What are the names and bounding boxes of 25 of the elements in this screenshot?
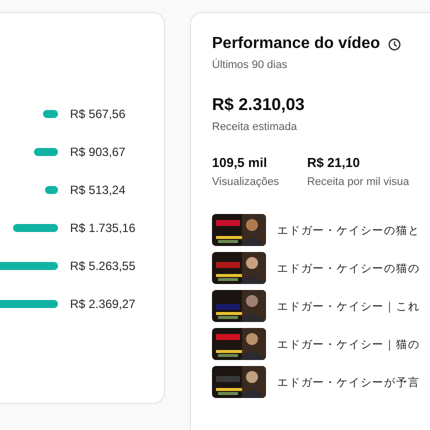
video-title[interactable]: エドガー・ケイシーの猫の <box>277 260 420 276</box>
clock-icon <box>388 38 402 50</box>
revenue-value: R$ 2.369,27 <box>70 297 136 311</box>
revenue-value: R$ 903,67 <box>70 145 126 159</box>
revenue-label: Receita estimada <box>212 121 298 133</box>
period-label: Últimos 90 dias <box>212 59 288 71</box>
revenue-value: R$ 5.263,55 <box>70 259 136 273</box>
revenue-value: R$ 1.735,16 <box>70 221 136 235</box>
video-title[interactable]: エドガー・ケイシー｜猫の <box>277 336 420 352</box>
video-title[interactable]: エドガー・ケイシーが予言 <box>277 374 420 390</box>
stat-label: Visualizações <box>212 176 280 188</box>
revenue-value: R$ 513,24 <box>70 183 126 197</box>
revenue-value: R$ 567,56 <box>70 107 126 121</box>
stat-value: 109,5 mil <box>212 155 268 170</box>
stat-label: Receita por mil visua <box>307 176 410 188</box>
stat-value: R$ 21,10 <box>307 155 361 170</box>
revenue-bar <box>34 148 58 156</box>
revenue-bar <box>0 300 58 308</box>
revenue-bar <box>45 186 58 194</box>
revenue-bar <box>13 224 58 232</box>
card-title: Performance do vídeo <box>212 35 380 53</box>
video-title[interactable]: エドガー・ケイシー｜これ <box>277 298 420 314</box>
video-title[interactable]: エドガー・ケイシーの猫と <box>277 222 420 238</box>
revenue-bar <box>43 110 58 118</box>
revenue-total: R$ 2.310,03 <box>212 95 306 115</box>
